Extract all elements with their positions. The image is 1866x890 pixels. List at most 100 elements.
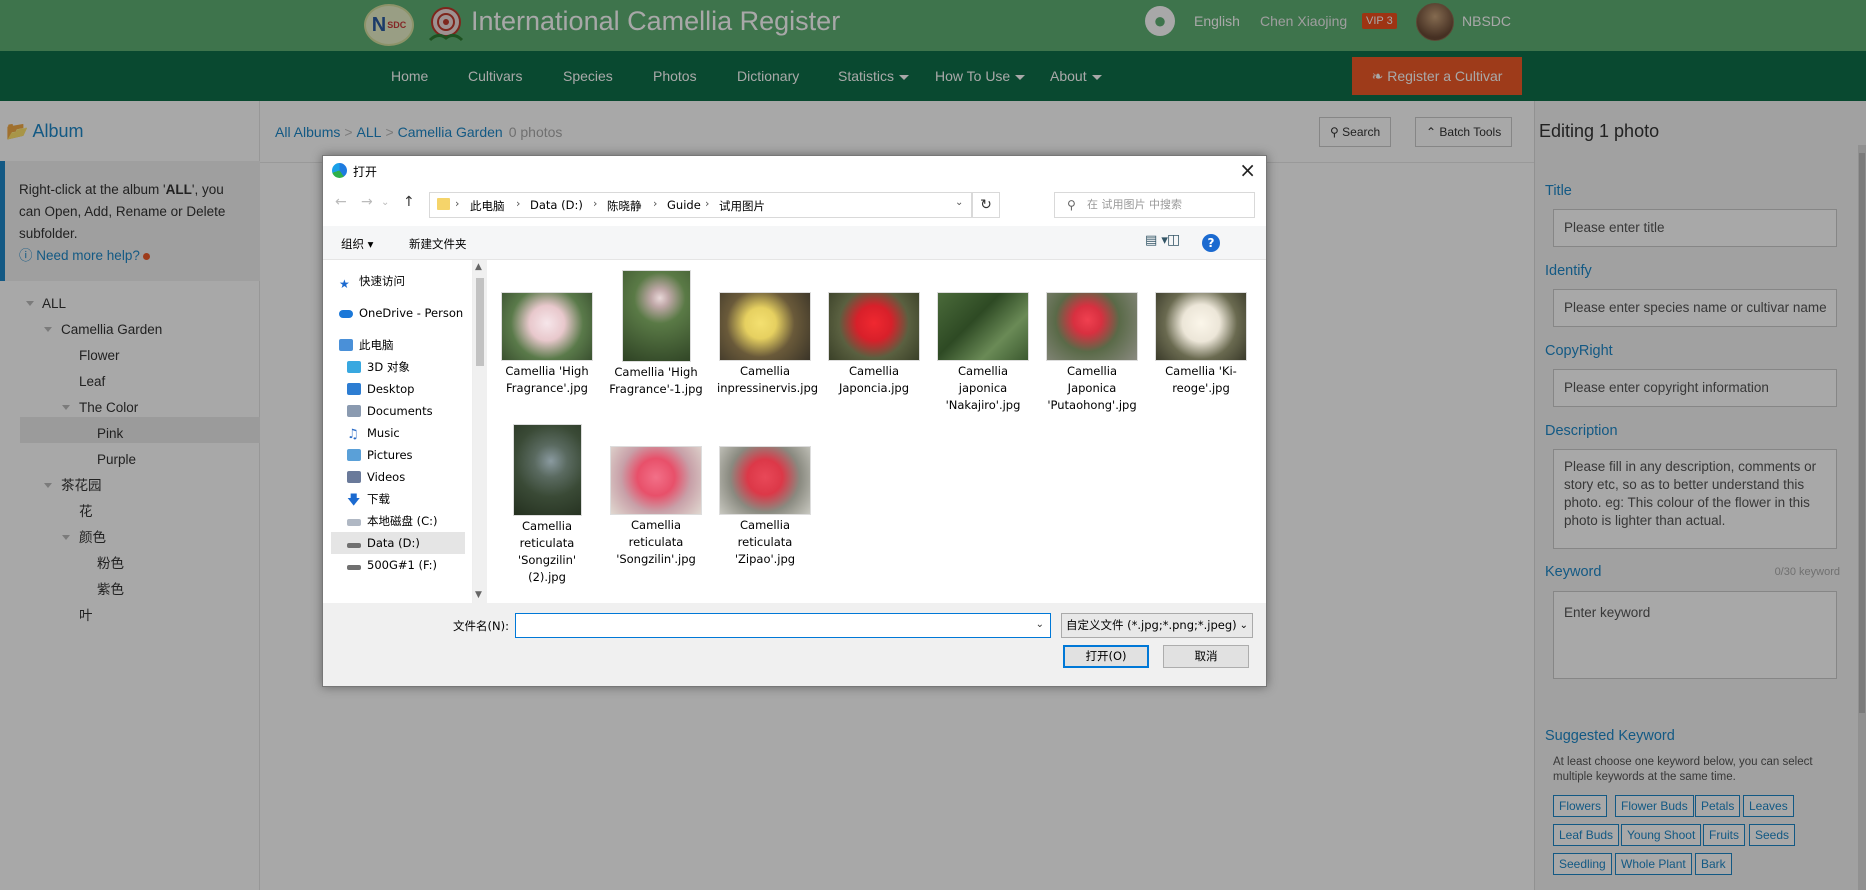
file-name: Camellia inpressinervis.jpg xyxy=(717,364,819,395)
file-item[interactable]: Camellia inpressinervis.jpg xyxy=(717,292,819,397)
file-item[interactable]: Camellia Japonica 'Putaohong'.jpg xyxy=(1044,292,1140,414)
nav-downloads[interactable]: 🡇 下载 xyxy=(331,488,465,510)
nav-data-d[interactable]: Data (D:) xyxy=(331,532,465,554)
nav-music-label: Music xyxy=(367,426,400,440)
nav-pictures-label: Pictures xyxy=(367,448,413,462)
open-button[interactable]: 打开(O) xyxy=(1063,645,1149,668)
help-icon[interactable]: ? xyxy=(1202,234,1220,252)
address-bar[interactable]: › 此电脑 › Data (D:) › 陈晓静 › Guide › 试用图片 ⌄ xyxy=(429,192,972,218)
file-item[interactable]: Camellia 'Ki-reoge'.jpg xyxy=(1153,292,1249,397)
file-thumbnail xyxy=(501,292,593,361)
back-icon[interactable]: ← xyxy=(335,194,347,210)
breadcrumb-arrow-icon: › xyxy=(593,197,598,210)
file-item[interactable]: Camellia reticulata 'Zipao'.jpg xyxy=(717,446,813,568)
path-trial-images[interactable]: 试用图片 xyxy=(719,198,765,214)
file-thumbnail xyxy=(621,270,691,362)
pictures-icon xyxy=(347,449,361,461)
file-thumbnail xyxy=(1155,292,1247,361)
filename-input[interactable]: ⌄ xyxy=(515,613,1051,638)
preview-pane-icon[interactable]: ◫ xyxy=(1167,232,1180,248)
nav-local-disk-c[interactable]: 本地磁盘 (C:) xyxy=(331,510,465,532)
file-thumbnail xyxy=(937,292,1029,361)
filetype-value: 自定义文件 (*.jpg;*.png;*.jpeg) xyxy=(1066,618,1237,632)
dialog-search-input[interactable]: ⚲ 在 试用图片 中搜索 xyxy=(1054,192,1255,218)
nav-videos-label: Videos xyxy=(367,470,406,484)
breadcrumb-arrow-icon: › xyxy=(516,197,521,210)
nav-drive-f[interactable]: 500G#1 (F:) xyxy=(331,554,465,576)
file-name: Camellia Japonica 'Putaohong'.jpg xyxy=(1047,364,1137,412)
search-icon: ⚲ xyxy=(1067,198,1076,212)
desktop-icon xyxy=(347,383,361,395)
dialog-footer: 文件名(N): ⌄ 自定义文件 (*.jpg;*.png;*.jpeg) ⌄ 打开… xyxy=(323,603,1266,686)
organize-label: 组织 xyxy=(341,237,364,251)
file-thumbnail xyxy=(610,446,702,515)
chevron-down-icon: ⌄ xyxy=(1236,614,1248,637)
nav-videos[interactable]: Videos xyxy=(331,466,465,488)
filetype-select[interactable]: 自定义文件 (*.jpg;*.png;*.jpeg) ⌄ xyxy=(1061,613,1253,638)
nav-quick-access[interactable]: ★ 快速访问 xyxy=(331,270,465,292)
path-guide[interactable]: Guide xyxy=(667,198,701,212)
nav-3d-objects-label: 3D 对象 xyxy=(367,360,410,374)
navigation-pane: ★ 快速访问 OneDrive - Person 此电脑 3D 对象 Deskto… xyxy=(323,260,473,603)
dialog-search-placeholder: 在 试用图片 中搜索 xyxy=(1087,198,1182,211)
file-name: Camellia reticulata 'Songzilin'.jpg xyxy=(616,518,696,566)
view-options-icon[interactable]: ▤ ▾ xyxy=(1145,233,1168,248)
document-icon xyxy=(347,405,361,417)
file-item[interactable]: Camellia reticulata 'Songzilin' (2).jpg xyxy=(499,424,595,586)
refresh-icon[interactable]: ↻ xyxy=(972,192,1000,218)
recent-dropdown-icon[interactable]: ⌄ xyxy=(381,197,389,208)
dialog-title: 打开 xyxy=(353,165,378,179)
path-this-pc[interactable]: 此电脑 xyxy=(470,198,505,214)
file-name: Camellia 'Ki-reoge'.jpg xyxy=(1165,364,1237,395)
file-item[interactable]: Camellia 'High Fragrance'.jpg xyxy=(499,292,595,397)
nav-this-pc[interactable]: 此电脑 xyxy=(331,334,465,356)
nav-onedrive-label: OneDrive - Person xyxy=(359,306,464,320)
scroll-up-icon[interactable]: ▲ xyxy=(475,262,482,272)
nav-onedrive[interactable]: OneDrive - Person xyxy=(331,302,465,324)
nav-pane-scrollbar[interactable]: ▲ ▼ xyxy=(473,260,487,603)
file-item[interactable]: Camellia reticulata 'Songzilin'.jpg xyxy=(608,446,704,568)
cube-icon xyxy=(347,361,361,373)
organize-menu[interactable]: 组织 ▾ xyxy=(341,236,373,252)
scrollbar-thumb[interactable] xyxy=(476,278,484,366)
file-thumbnail xyxy=(512,424,582,516)
nav-desktop[interactable]: Desktop xyxy=(331,378,465,400)
chevron-down-icon[interactable]: ⌄ xyxy=(955,197,963,208)
nav-music[interactable]: ♫ Music xyxy=(331,422,465,444)
nav-quick-access-label: 快速访问 xyxy=(359,274,405,288)
download-icon: 🡇 xyxy=(347,493,361,508)
nav-drive-f-label: 500G#1 (F:) xyxy=(367,558,438,572)
chevron-down-icon[interactable]: ⌄ xyxy=(1036,619,1044,630)
nav-desktop-label: Desktop xyxy=(367,382,415,396)
nav-3d-objects[interactable]: 3D 对象 xyxy=(331,356,465,378)
file-name: Camellia reticulata 'Zipao'.jpg xyxy=(734,518,796,566)
up-icon[interactable]: ↑ xyxy=(403,194,415,210)
filename-label: 文件名(N): xyxy=(453,619,509,633)
nav-pictures[interactable]: Pictures xyxy=(331,444,465,466)
drive-icon xyxy=(347,543,361,548)
scroll-down-icon[interactable]: ▼ xyxy=(475,590,482,600)
file-item[interactable]: Camellia japonica 'Nakajiro'.jpg xyxy=(935,292,1031,414)
forward-icon[interactable]: → xyxy=(361,194,373,210)
cancel-button[interactable]: 取消 xyxy=(1163,645,1249,668)
new-folder-button[interactable]: 新建文件夹 xyxy=(409,236,467,252)
nav-documents[interactable]: Documents xyxy=(331,400,465,422)
file-item[interactable]: Camellia 'High Fragrance'-1.jpg xyxy=(608,270,704,398)
close-icon[interactable]: × xyxy=(1239,158,1256,182)
folder-icon xyxy=(437,198,450,210)
nav-this-pc-label: 此电脑 xyxy=(359,338,394,352)
file-item[interactable]: Camellia Japoncia.jpg xyxy=(826,292,922,397)
drive-icon xyxy=(347,519,361,526)
caret-down-icon: ▾ xyxy=(367,237,374,251)
video-icon xyxy=(347,471,361,483)
path-data-d[interactable]: Data (D:) xyxy=(530,198,583,212)
path-chen-xiaojing[interactable]: 陈晓静 xyxy=(607,198,642,214)
edge-icon xyxy=(332,163,347,178)
file-thumbnail xyxy=(1046,292,1138,361)
computer-icon xyxy=(339,339,353,351)
file-name: Camellia 'High Fragrance'-1.jpg xyxy=(609,365,703,396)
nav-documents-label: Documents xyxy=(367,404,433,418)
dialog-toolbar: 组织 ▾ 新建文件夹 ▤ ▾ ◫ ? xyxy=(323,226,1266,260)
file-thumbnail xyxy=(719,446,811,515)
file-thumbnail xyxy=(828,292,920,361)
